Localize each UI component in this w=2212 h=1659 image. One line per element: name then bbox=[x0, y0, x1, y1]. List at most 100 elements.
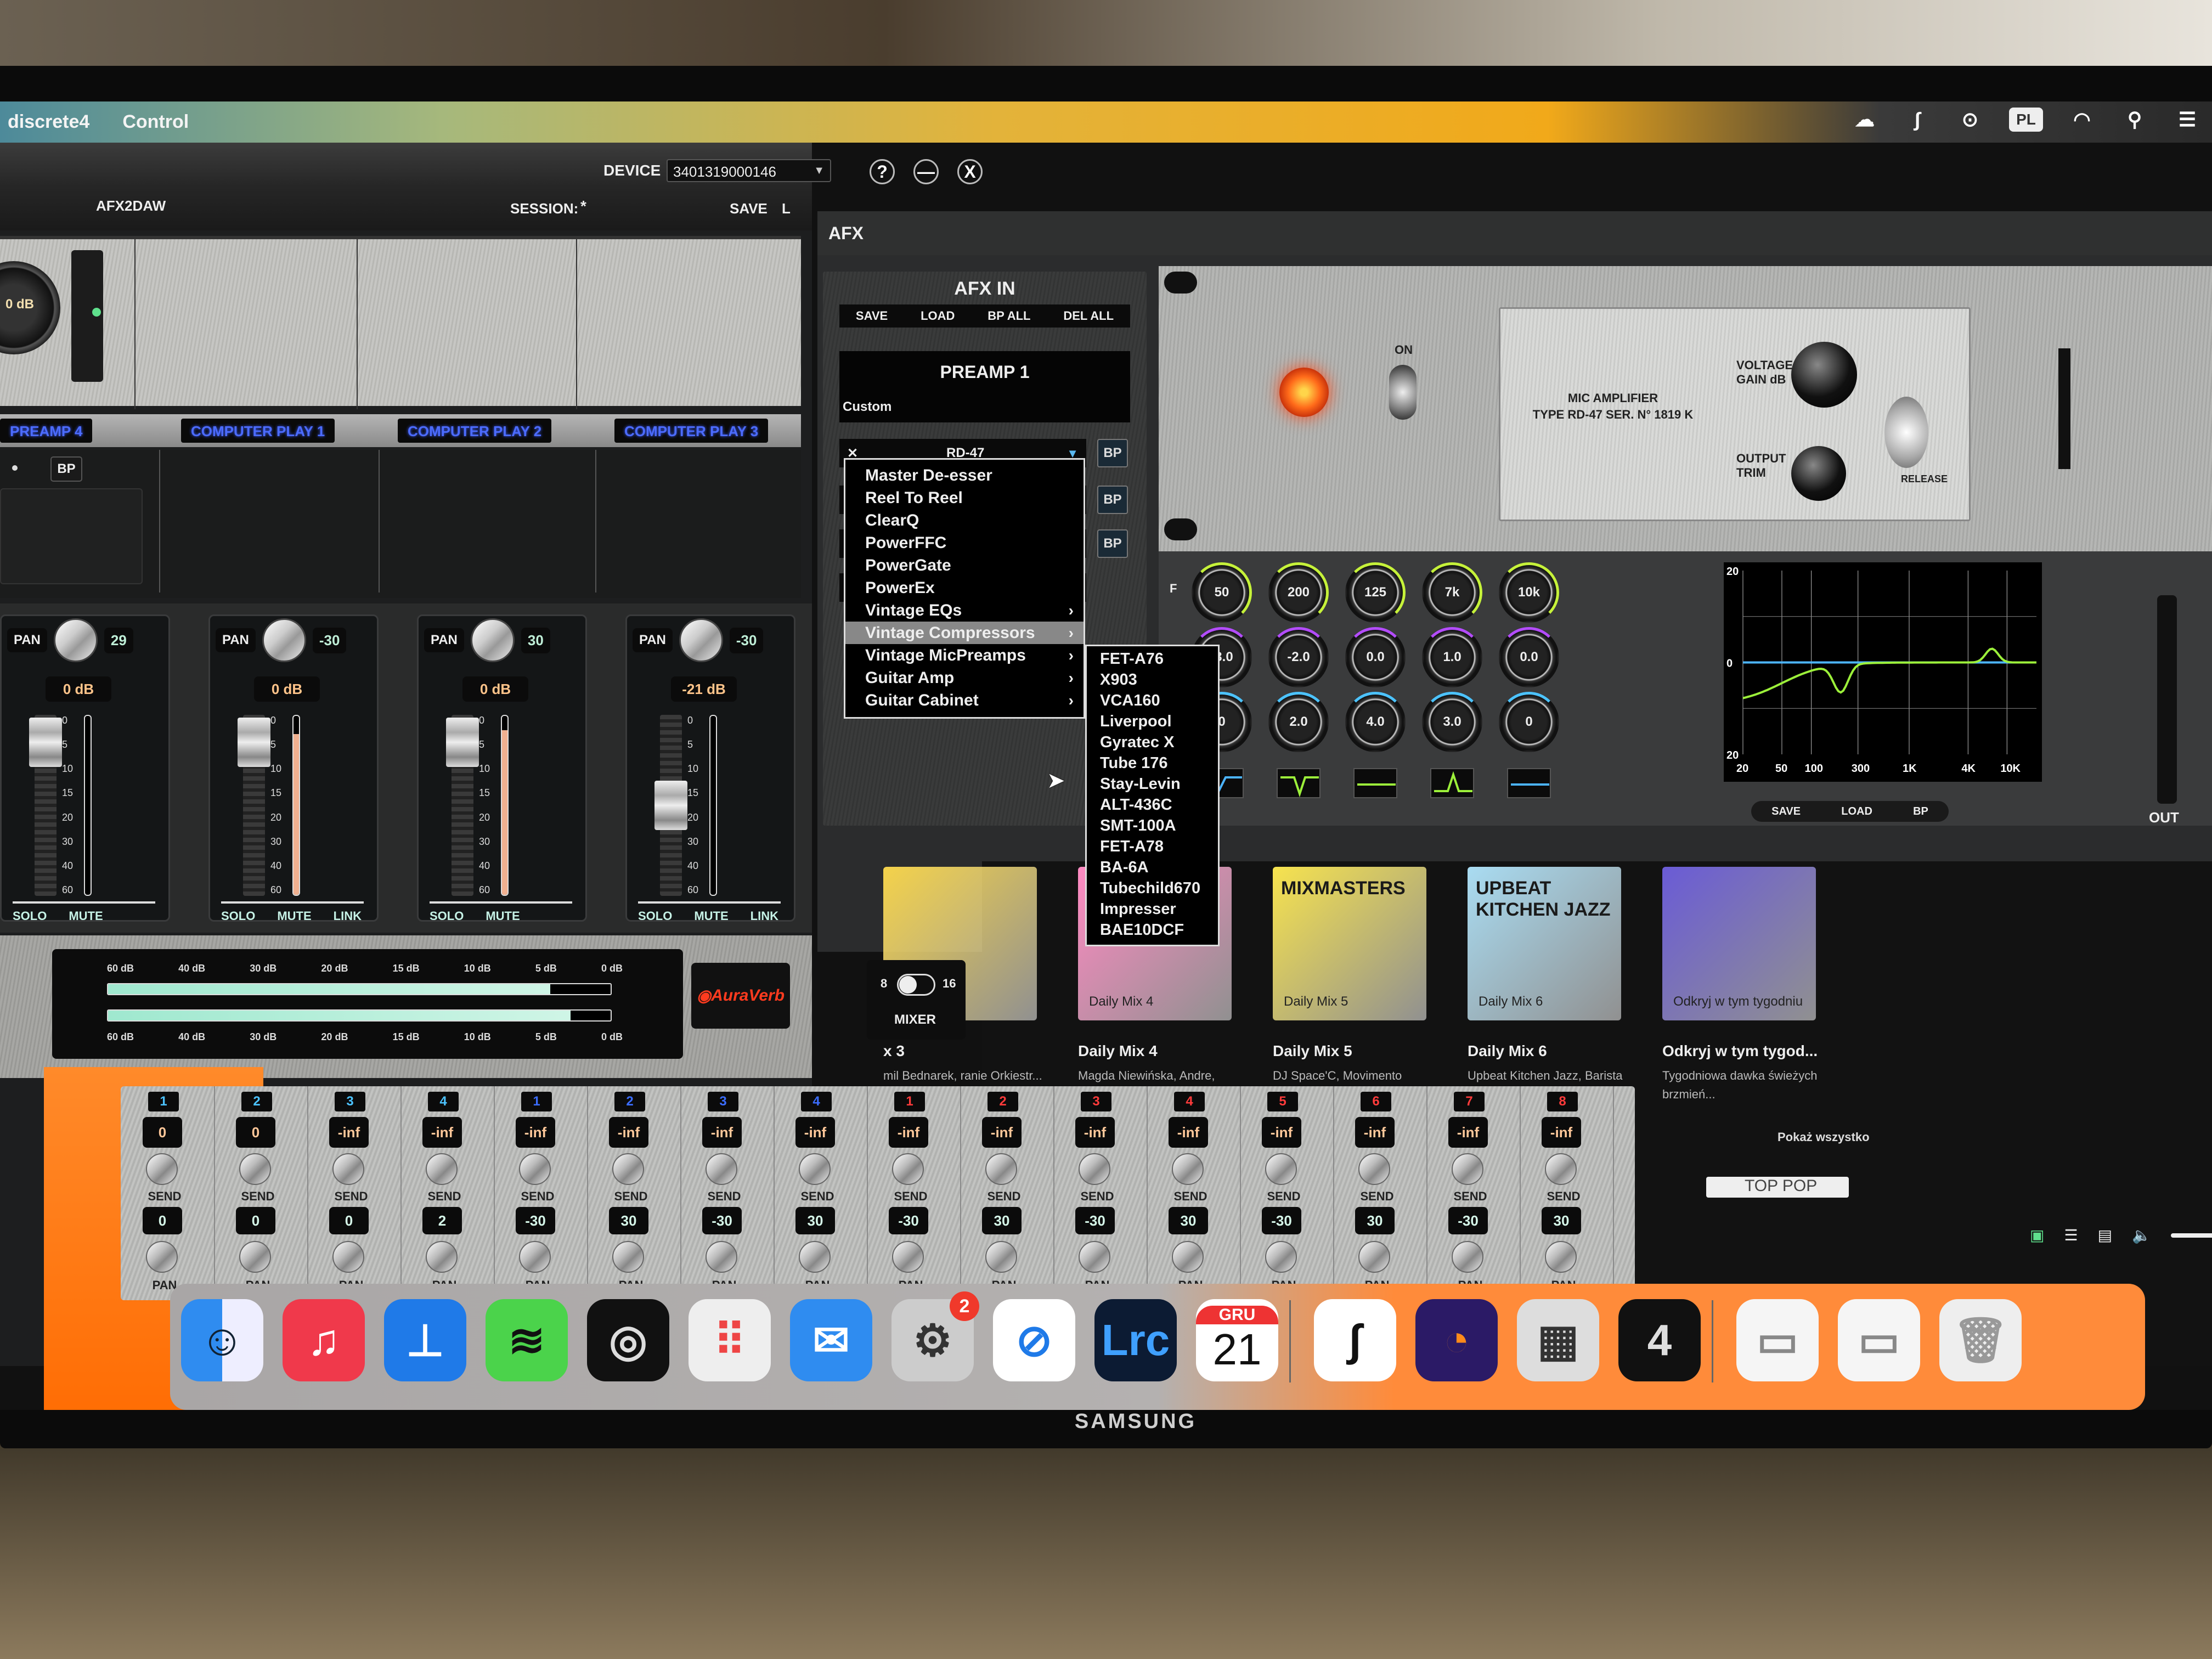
app-menu-discrete4[interactable]: discrete4 bbox=[8, 111, 89, 133]
pan-knob[interactable] bbox=[146, 1241, 178, 1273]
dock-firefox-icon[interactable]: ◔ bbox=[1415, 1299, 1498, 1381]
dock-setapp-icon[interactable]: ∫ bbox=[1314, 1299, 1396, 1381]
dock-calculator-icon[interactable]: ▦ bbox=[1517, 1299, 1599, 1381]
playlist-cover[interactable]: Odkryj w tym tygodniu bbox=[1662, 867, 1816, 1020]
eq-load-button[interactable]: LOAD bbox=[1841, 805, 1872, 818]
submenu-item[interactable]: Stay-Levin bbox=[1100, 774, 1218, 794]
connect-device-icon[interactable]: ▤ bbox=[2098, 1226, 2112, 1244]
bp-button-1[interactable]: BP bbox=[1097, 439, 1128, 467]
pan-knob[interactable] bbox=[799, 1241, 831, 1273]
bp-button-3[interactable]: BP bbox=[1097, 529, 1128, 558]
channel-name-computer-play-1[interactable]: COMPUTER PLAY 1 bbox=[181, 419, 335, 443]
eq-save-button[interactable]: SAVE bbox=[1771, 805, 1801, 818]
mute-button[interactable]: MUTE bbox=[69, 909, 103, 923]
send-knob[interactable] bbox=[985, 1153, 1017, 1185]
pan-knob[interactable] bbox=[470, 618, 515, 662]
send-knob[interactable] bbox=[519, 1153, 551, 1185]
submenu-item[interactable]: Gyratec X bbox=[1100, 732, 1218, 753]
pan-knob[interactable] bbox=[239, 1241, 271, 1273]
mute-button[interactable]: MUTE bbox=[486, 909, 520, 923]
eq-q-knob[interactable]: 2.0 bbox=[1268, 692, 1329, 752]
out-fader[interactable] bbox=[2157, 595, 2177, 804]
mixer-toggle-button[interactable]: 8 16 MIXER bbox=[867, 960, 966, 1040]
release-knob[interactable] bbox=[1884, 397, 1928, 468]
eq-q-knob[interactable]: 3.0 bbox=[1422, 692, 1482, 752]
menu-item[interactable]: Master De-esser bbox=[845, 464, 1084, 487]
dock-launchpad-icon[interactable]: ⠿ bbox=[689, 1299, 771, 1381]
show-all-link[interactable]: Pokaż wszystko bbox=[1778, 1130, 1870, 1144]
pan-knob[interactable] bbox=[426, 1241, 458, 1273]
bypass-button[interactable]: BP bbox=[50, 456, 82, 482]
save-session-button[interactable]: SAVE bbox=[730, 200, 768, 217]
menu-item[interactable]: PowerGate bbox=[845, 554, 1084, 577]
submenu-item[interactable]: Tube 176 bbox=[1100, 753, 1218, 774]
eq-freq-knob[interactable]: 200 bbox=[1268, 562, 1329, 623]
help-button[interactable]: ? bbox=[870, 159, 895, 184]
solo-button[interactable]: SOLO bbox=[221, 909, 255, 923]
channel-name-computer-play-2[interactable]: COMPUTER PLAY 2 bbox=[398, 419, 552, 443]
menu-item[interactable]: Guitar Amp › bbox=[845, 667, 1084, 689]
eq-q-knob[interactable]: 0 bbox=[1499, 692, 1559, 752]
submenu-item[interactable]: SMT-100A bbox=[1100, 815, 1218, 836]
eq-gain-knob[interactable]: 0.0 bbox=[1345, 627, 1406, 687]
pan-knob[interactable] bbox=[1079, 1241, 1110, 1273]
minimize-button[interactable]: — bbox=[913, 159, 939, 184]
send-knob[interactable] bbox=[1079, 1153, 1110, 1185]
close-button[interactable]: X bbox=[957, 159, 983, 184]
channel-name-computer-play-3[interactable]: COMPUTER PLAY 3 bbox=[614, 419, 769, 443]
gain-knob[interactable]: 0 dB bbox=[0, 261, 60, 354]
submenu-item[interactable]: Tubechild670 bbox=[1100, 878, 1218, 899]
menu-item[interactable]: PowerEx bbox=[845, 577, 1084, 599]
eq-band-shape-notch[interactable] bbox=[1277, 768, 1321, 798]
send-knob[interactable] bbox=[1545, 1153, 1577, 1185]
power-toggle[interactable] bbox=[1389, 365, 1417, 420]
solo-button[interactable]: SOLO bbox=[430, 909, 464, 923]
submenu-item[interactable]: VCA160 bbox=[1100, 690, 1218, 711]
top-pop-banner[interactable]: TOP POP bbox=[1706, 1177, 1849, 1198]
eq-q-knob[interactable]: 4.0 bbox=[1345, 692, 1406, 752]
menu-item[interactable]: Reel To Reel bbox=[845, 487, 1084, 509]
eq-bp-button[interactable]: BP bbox=[1913, 805, 1928, 818]
send-knob[interactable] bbox=[892, 1153, 924, 1185]
pan-knob[interactable] bbox=[262, 618, 306, 662]
dock-trash-icon[interactable]: 🗑 bbox=[1939, 1299, 2022, 1381]
mute-button[interactable]: MUTE bbox=[694, 909, 728, 923]
afx-load-button[interactable]: LOAD bbox=[921, 309, 955, 323]
dock-minimized-window-icon[interactable]: ▭ bbox=[1736, 1299, 1819, 1381]
send-knob[interactable] bbox=[1452, 1153, 1483, 1185]
fader-handle[interactable] bbox=[238, 718, 270, 767]
play-circle-icon[interactable]: ⊙ bbox=[1956, 106, 1984, 133]
dock-finder-icon[interactable]: ☺ bbox=[181, 1299, 263, 1381]
menu-item[interactable]: PowerFFC bbox=[845, 532, 1084, 554]
channel-name-preamp-4[interactable]: PREAMP 4 bbox=[0, 419, 93, 443]
afx-bp-all-button[interactable]: BP ALL bbox=[988, 309, 1030, 323]
submenu-item[interactable]: FET-A76 bbox=[1100, 648, 1218, 669]
send-knob[interactable] bbox=[799, 1153, 831, 1185]
send-knob[interactable] bbox=[1265, 1153, 1297, 1185]
playlist-cover[interactable]: MIXMASTERS Daily Mix 5 bbox=[1273, 867, 1426, 1020]
bp-button-2[interactable]: BP bbox=[1097, 486, 1128, 514]
pan-knob[interactable] bbox=[1545, 1241, 1577, 1273]
volume-slider[interactable] bbox=[2170, 1233, 2212, 1238]
dock-discrete4-icon[interactable]: 4 bbox=[1618, 1299, 1701, 1381]
pan-knob[interactable] bbox=[1358, 1241, 1390, 1273]
submenu-item[interactable]: FET-A78 bbox=[1100, 836, 1218, 857]
fader-handle[interactable] bbox=[446, 718, 479, 767]
solo-button[interactable]: SOLO bbox=[13, 909, 47, 923]
volume-icon[interactable]: 🔈 bbox=[2132, 1226, 2151, 1244]
playlist-card[interactable]: Odkryj w tym tygodniu Odkryj w tym tygod.… bbox=[1662, 867, 1827, 1104]
voltage-gain-knob[interactable] bbox=[1791, 342, 1857, 408]
playlist-card[interactable]: UPBEAT KITCHEN JAZZ Daily Mix 6 Daily Mix … bbox=[1468, 867, 1632, 1104]
submenu-item[interactable]: Impresser bbox=[1100, 899, 1218, 919]
pan-knob[interactable] bbox=[706, 1241, 737, 1273]
solo-button[interactable]: SOLO bbox=[638, 909, 672, 923]
output-trim-knob[interactable] bbox=[1791, 446, 1846, 501]
submenu-item[interactable]: Liverpool bbox=[1100, 711, 1218, 732]
pan-knob[interactable] bbox=[53, 618, 98, 662]
queue-icon[interactable]: ☰ bbox=[2064, 1226, 2078, 1244]
spotlight-search-icon[interactable]: ⚲ bbox=[2121, 106, 2148, 133]
fader-handle[interactable] bbox=[654, 781, 687, 830]
eq-freq-knob[interactable]: 50 bbox=[1192, 562, 1252, 623]
load-session-button[interactable]: L bbox=[782, 200, 791, 217]
menu-item[interactable]: Vintage Compressors › bbox=[845, 622, 1084, 644]
